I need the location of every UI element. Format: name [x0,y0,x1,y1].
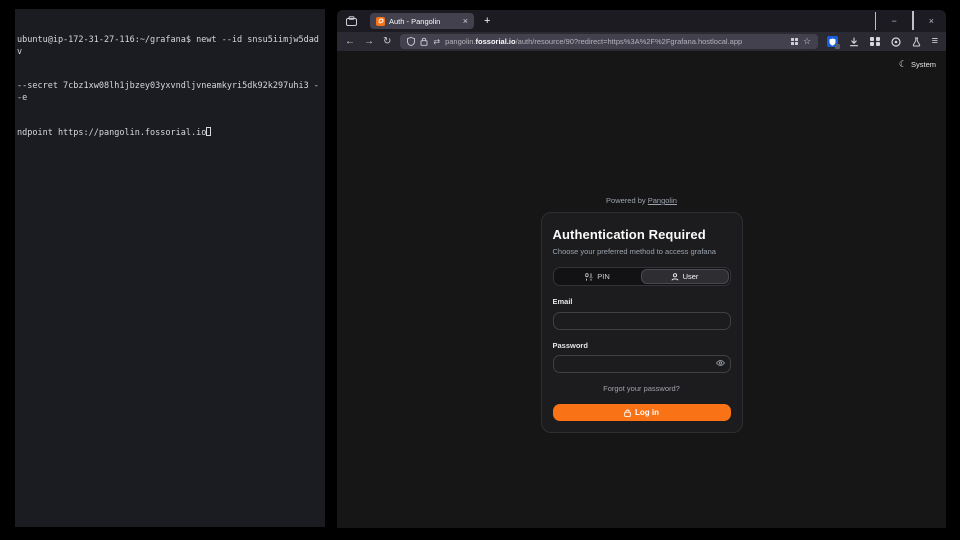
window-close-button[interactable]: × [929,17,934,26]
downloads-icon[interactable] [849,37,859,47]
tab-pin-label: PIN [597,272,610,281]
auth-method-toggle: PIN User [553,267,731,286]
bookmark-star-icon[interactable]: ☆ [803,37,811,46]
forgot-password-link[interactable]: Forgot your password? [553,384,731,393]
show-password-eye-icon[interactable] [716,360,725,367]
theme-moon-icon: ☾ [899,60,907,69]
terminal-window[interactable]: ubuntu@ip-172-31-27-116:~/grafana$ newt … [15,9,325,527]
email-field[interactable] [553,312,731,330]
tab-pin[interactable]: PIN [555,269,641,284]
permissions-switch-icon[interactable]: ⇄ [433,37,440,46]
user-icon [671,273,679,281]
tab-title: Auth - Pangolin [389,17,459,26]
browser-tab-auth-pangolin[interactable]: Auth - Pangolin × [370,13,474,29]
auth-section: Powered by Pangolin Authentication Requi… [541,196,743,433]
tab-user-label: User [683,272,699,281]
terminal-line: --secret 7cbz1xw08lh1jbzey03yxvndljvneam… [17,81,323,104]
pangolin-link[interactable]: Pangolin [648,196,677,205]
password-label: Password [553,341,731,350]
email-label: Email [553,297,731,306]
password-manager-extension-icon[interactable] [827,36,838,47]
flask-icon[interactable] [912,37,921,47]
container-grid-icon[interactable] [791,38,799,46]
login-button[interactable]: Log in [553,404,731,421]
auth-card-title: Authentication Required [553,227,731,242]
forward-button[interactable]: → [364,37,374,47]
url-bar[interactable]: ⇄ pangolin.fossorial.io/auth/resource/90… [400,34,818,49]
auth-card: Authentication Required Choose your pref… [541,212,743,433]
tracking-protection-shield-icon[interactable] [407,37,415,46]
url-text: pangolin.fossorial.io/auth/resource/90?r… [445,37,785,46]
password-field[interactable] [553,355,731,373]
tab-user[interactable]: User [641,269,729,284]
page-content: ☾ System Powered by Pangolin Authenticat… [337,52,946,528]
login-button-label: Log in [635,408,659,417]
firefox-view-icon[interactable] [345,16,358,27]
tab-close-icon[interactable]: × [463,17,468,26]
back-button[interactable]: ← [345,37,355,47]
pangolin-favicon [376,17,385,26]
terminal-cursor [206,127,211,136]
new-tab-button[interactable]: + [484,16,490,27]
list-all-tabs-chevron-down-icon[interactable] [875,12,876,30]
window-maximize-button[interactable] [912,12,914,30]
terminal-line: ubuntu@ip-172-31-27-116:~/grafana$ newt … [17,35,323,58]
menu-hamburger-icon[interactable]: ≡ [932,36,938,47]
window-minimize-button[interactable]: − [891,17,896,26]
theme-toggle-label: System [911,60,936,69]
theme-toggle[interactable]: ☾ System [899,60,936,69]
browser-window: Auth - Pangolin × + − × ← → ↻ ⇄ pangolin… [337,10,946,528]
powered-by: Powered by Pangolin [541,196,743,205]
login-lock-icon [624,409,631,417]
browser-toolbar: ← → ↻ ⇄ pangolin.fossorial.io/auth/resou… [337,32,946,52]
lock-icon[interactable] [420,37,428,46]
toolbar-extension-area: ≡ [827,36,938,47]
pin-keypad-icon [585,273,593,281]
reload-button[interactable]: ↻ [383,37,391,47]
terminal-line: ndpoint https://pangolin.fossorial.io [17,127,323,140]
extensions-icon[interactable] [870,37,880,47]
account-circle-icon[interactable] [891,37,901,47]
browser-tab-bar: Auth - Pangolin × + − × [337,10,946,32]
auth-card-subtitle: Choose your preferred method to access g… [553,247,731,256]
